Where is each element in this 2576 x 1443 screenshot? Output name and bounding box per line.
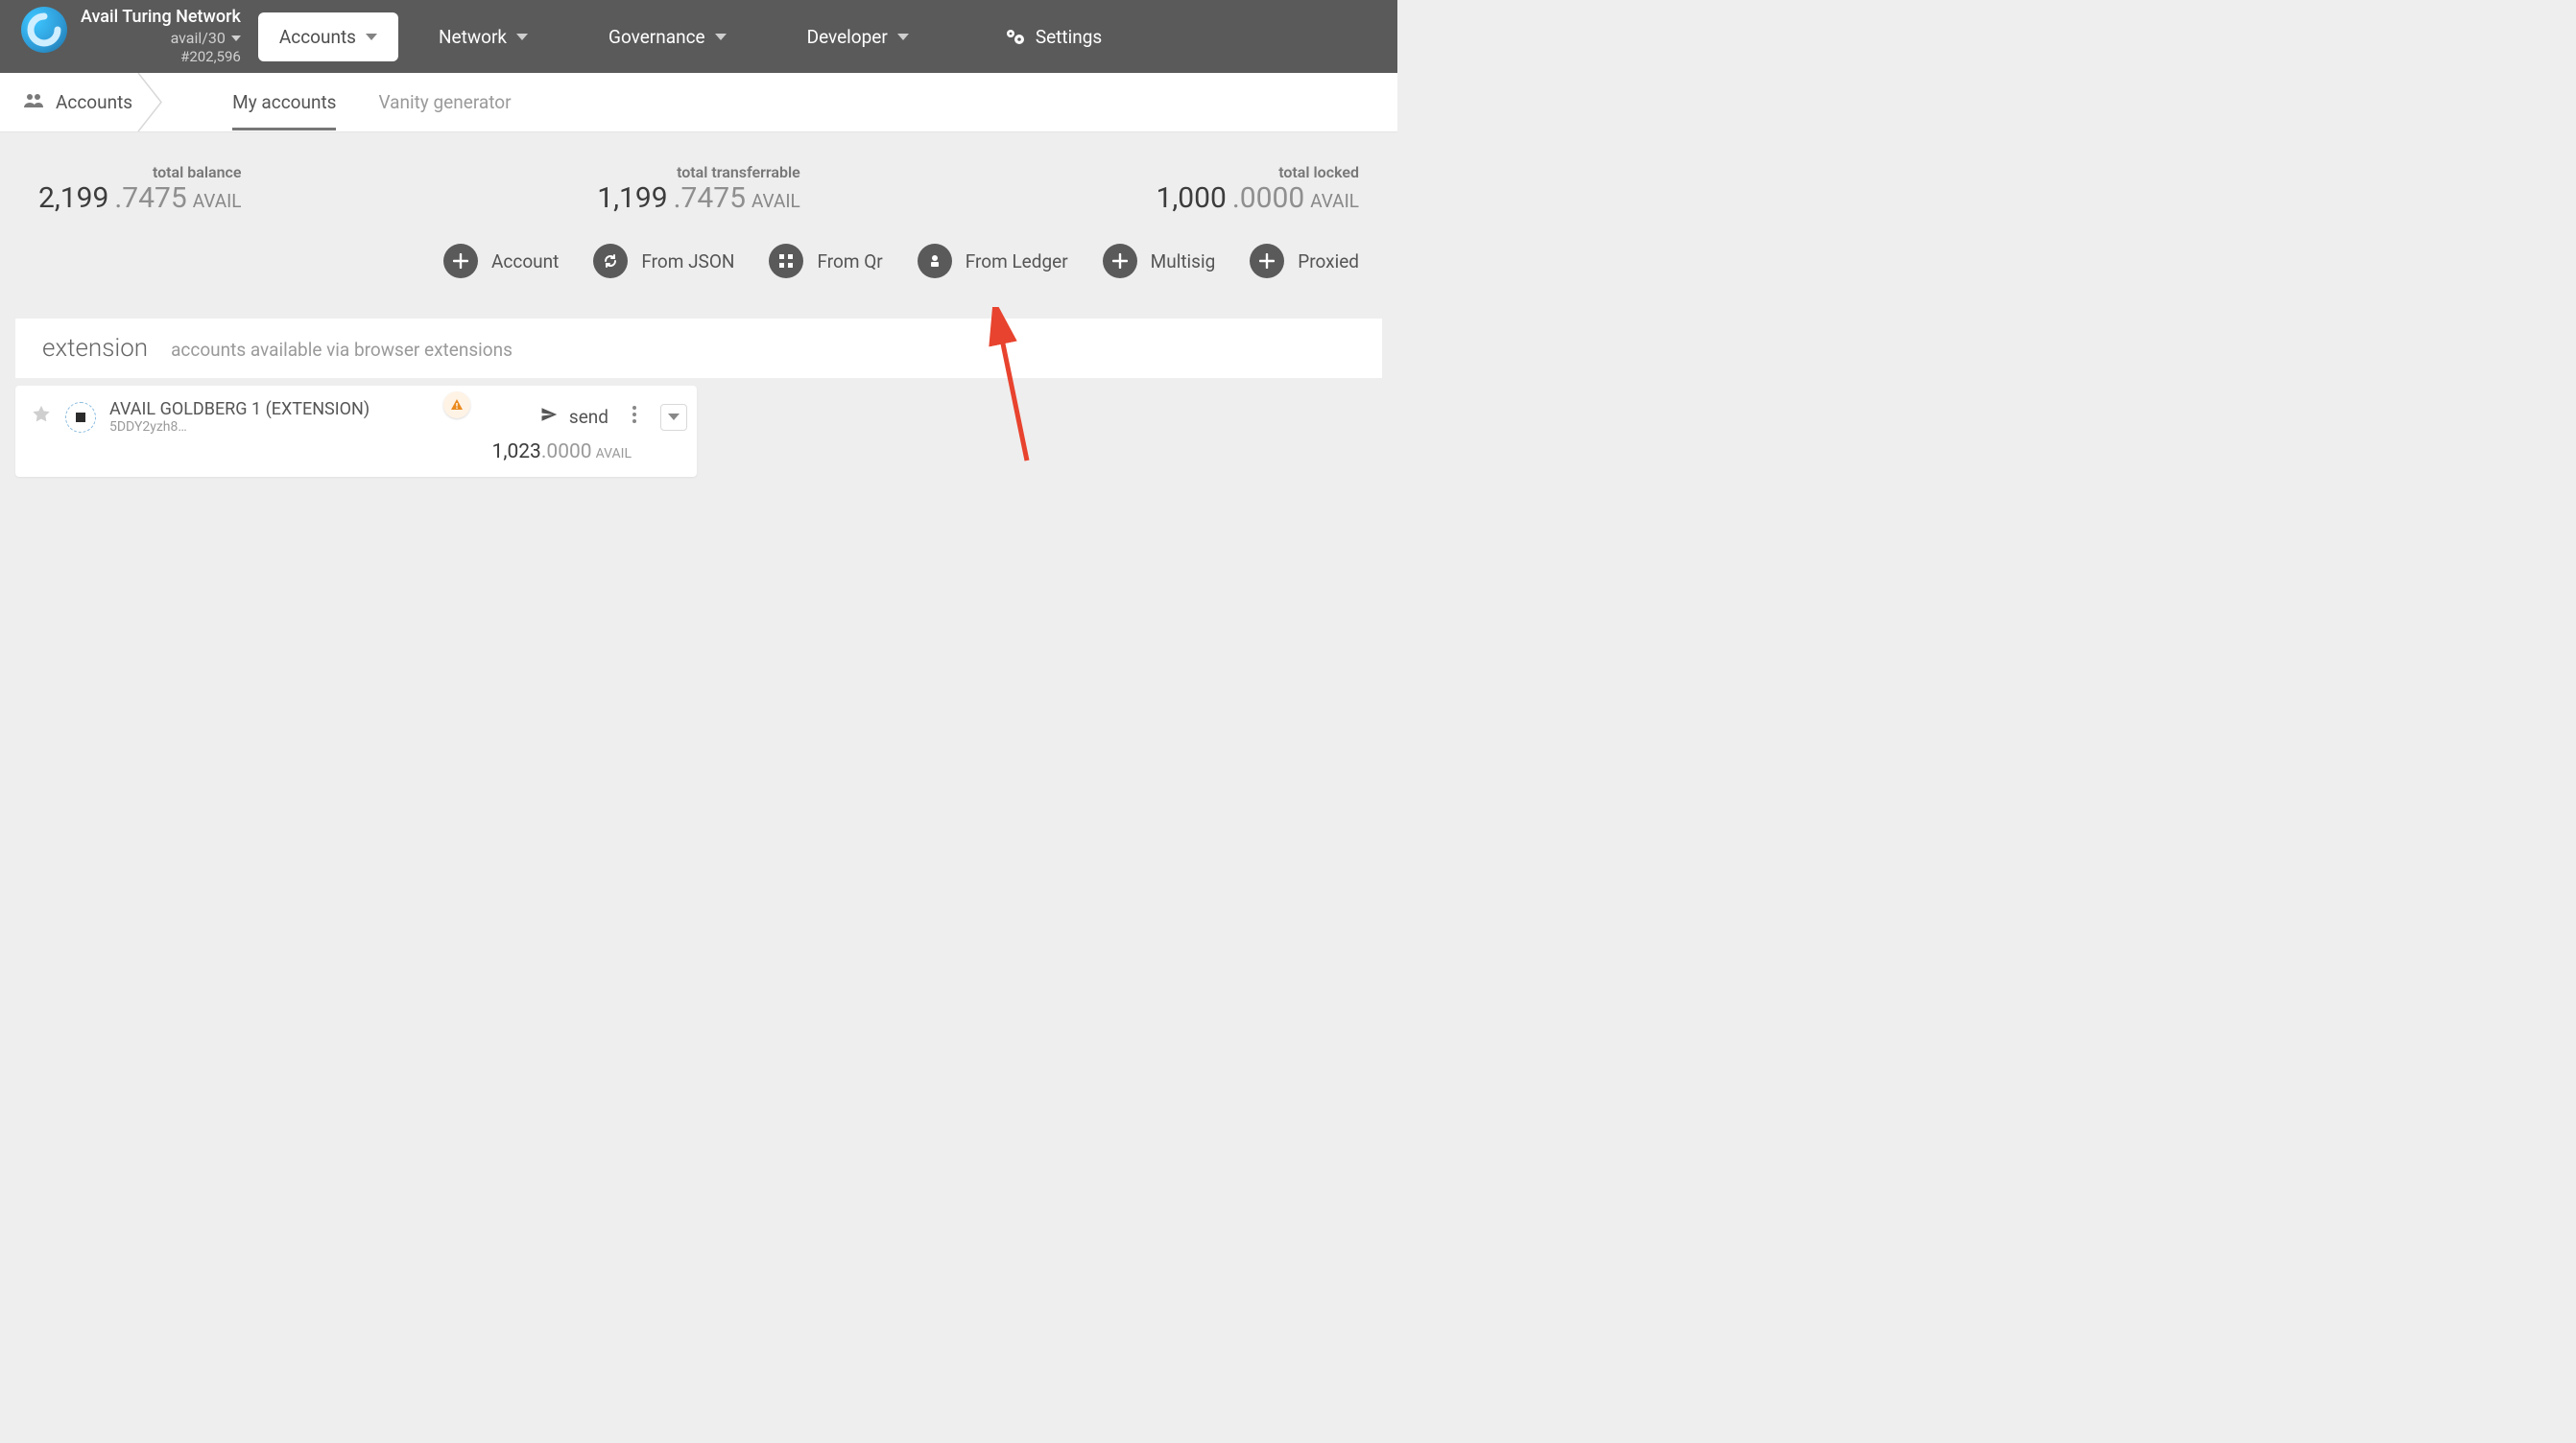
network-name: Avail Turing Network	[81, 7, 241, 29]
nav-label: Network	[439, 26, 507, 48]
balance-dec: .0000	[541, 440, 592, 463]
plus-icon	[1103, 244, 1137, 278]
network-selector[interactable]: Avail Turing Network avail/30 #202,596	[21, 7, 241, 65]
action-label: Multisig	[1151, 250, 1216, 272]
refresh-icon	[593, 244, 628, 278]
top-navbar: Avail Turing Network avail/30 #202,596 A…	[0, 0, 1397, 73]
stat-total-transferrable: total transferrable 1,199.7475 AVAIL	[597, 163, 800, 215]
identicon-icon[interactable]	[65, 402, 96, 433]
multisig-button[interactable]: Multisig	[1103, 244, 1216, 278]
plus-icon	[443, 244, 478, 278]
breadcrumb[interactable]: Accounts	[0, 73, 155, 131]
send-button[interactable]: send	[540, 406, 608, 428]
plus-icon	[1250, 244, 1284, 278]
chevron-down-icon	[231, 35, 241, 41]
add-account-button[interactable]: Account	[443, 244, 559, 278]
stat-dec: .0000	[1232, 181, 1304, 215]
gear-icon	[1005, 28, 1026, 45]
account-row: AVAIL GOLDBERG 1 (EXTENSION) 5DDY2yzh8… …	[15, 386, 697, 477]
sub-tabs: My accounts Vanity generator	[232, 74, 511, 130]
stat-dec: .7475	[674, 181, 746, 215]
tab-vanity-generator[interactable]: Vanity generator	[378, 74, 511, 130]
account-balance: 1,023.0000 AVAIL	[31, 435, 687, 463]
account-name-block[interactable]: AVAIL GOLDBERG 1 (EXTENSION) 5DDY2yzh8…	[109, 399, 370, 435]
network-info: Avail Turing Network avail/30 #202,596	[81, 7, 241, 65]
chevron-down-icon	[715, 34, 727, 40]
block-number: #202,596	[180, 48, 241, 66]
stat-int: 1,199	[597, 181, 667, 215]
balance-summary: total balance 2,199.7475 AVAIL total tra…	[0, 132, 1397, 240]
kebab-menu-icon[interactable]	[632, 405, 637, 430]
warning-badge-icon[interactable]	[443, 391, 470, 418]
main-nav: Accounts Network Governance Developer	[258, 12, 930, 61]
stat-label: total transferrable	[677, 163, 800, 181]
ledger-icon	[918, 244, 952, 278]
action-label: From Qr	[817, 250, 882, 272]
settings-label: Settings	[1036, 26, 1102, 48]
action-label: From Ledger	[966, 250, 1068, 272]
account-name: AVAIL GOLDBERG 1 (EXTENSION)	[109, 399, 370, 419]
breadcrumb-chevron-icon	[136, 73, 175, 131]
stat-unit: AVAIL	[751, 190, 800, 212]
chevron-down-icon	[897, 34, 909, 40]
users-icon	[23, 93, 44, 112]
nav-label: Governance	[608, 26, 705, 48]
qr-icon	[769, 244, 803, 278]
action-label: From JSON	[641, 250, 734, 272]
chevron-down-icon	[366, 34, 377, 40]
stat-total-balance: total balance 2,199.7475 AVAIL	[38, 163, 242, 215]
expand-toggle[interactable]	[660, 404, 687, 431]
from-qr-button[interactable]: From Qr	[769, 244, 882, 278]
account-actions: Account From JSON From Qr From Ledger Mu…	[0, 240, 1397, 303]
from-ledger-button[interactable]: From Ledger	[918, 244, 1068, 278]
section-desc: accounts available via browser extension…	[171, 339, 513, 361]
stat-label: total balance	[153, 163, 242, 181]
nav-settings[interactable]: Settings	[1005, 26, 1102, 48]
stat-dec: .7475	[114, 181, 186, 215]
send-label: send	[569, 406, 608, 428]
tab-my-accounts[interactable]: My accounts	[232, 74, 336, 130]
sub-navbar: Accounts My accounts Vanity generator	[0, 73, 1397, 132]
nav-developer[interactable]: Developer	[786, 12, 930, 61]
chevron-down-icon	[668, 414, 680, 420]
chevron-down-icon	[516, 34, 528, 40]
nav-label: Accounts	[279, 26, 356, 48]
stat-total-locked: total locked 1,000.0000 AVAIL	[1156, 163, 1359, 215]
nav-accounts[interactable]: Accounts	[258, 12, 398, 61]
stat-int: 2,199	[38, 181, 108, 215]
paper-plane-icon	[540, 406, 558, 428]
chain-logo	[21, 7, 67, 53]
breadcrumb-label: Accounts	[56, 91, 132, 113]
action-label: Account	[491, 250, 559, 272]
nav-governance[interactable]: Governance	[587, 12, 748, 61]
section-title: extension	[42, 334, 148, 363]
section-header-extension: extension accounts available via browser…	[15, 319, 1382, 378]
action-label: Proxied	[1298, 250, 1359, 272]
stat-unit: AVAIL	[1310, 190, 1359, 212]
account-address-short: 5DDY2yzh8…	[109, 419, 370, 435]
favorite-star-icon[interactable]	[31, 404, 52, 431]
nav-network[interactable]: Network	[417, 12, 549, 61]
nav-label: Developer	[807, 26, 888, 48]
stat-label: total locked	[1278, 163, 1359, 181]
stat-unit: AVAIL	[193, 190, 242, 212]
stat-int: 1,000	[1156, 181, 1226, 215]
from-json-button[interactable]: From JSON	[593, 244, 734, 278]
proxied-button[interactable]: Proxied	[1250, 244, 1359, 278]
address-format: avail/30	[171, 29, 226, 48]
balance-int: 1,023	[492, 440, 541, 463]
balance-unit: AVAIL	[596, 446, 632, 461]
